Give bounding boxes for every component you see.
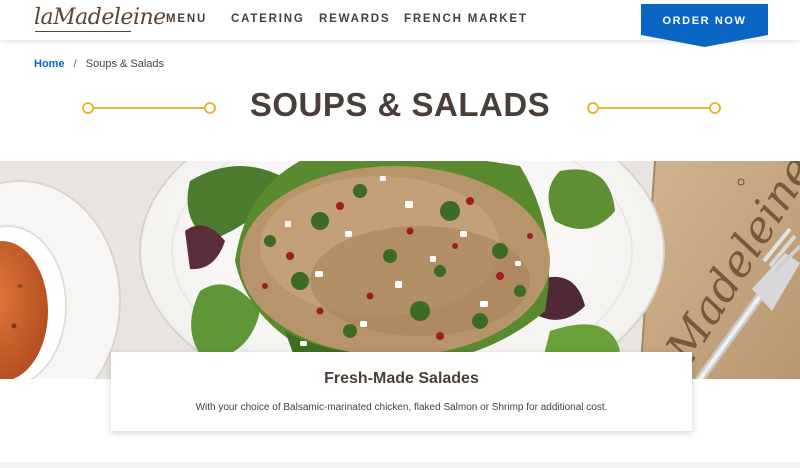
salad-illustration: Madeleine	[0, 161, 800, 379]
breadcrumb: Home / Soups & Salads	[34, 58, 164, 70]
logo-underline	[35, 31, 131, 32]
breadcrumb-separator: /	[73, 58, 77, 70]
order-now-label: ORDER NOW	[662, 15, 747, 27]
nav-rewards[interactable]: REWARDS	[319, 13, 390, 25]
breadcrumb-home-link[interactable]: Home	[34, 58, 65, 70]
hero-image: Madeleine	[0, 161, 800, 379]
order-now-button[interactable]: ORDER NOW	[641, 4, 768, 47]
nav-menu[interactable]: MENU	[166, 13, 207, 25]
category-card: Fresh-Made Salades With your choice of B…	[111, 352, 692, 431]
breadcrumb-current: Soups & Salads	[85, 58, 165, 70]
brand-logo[interactable]: laMadeleine	[34, 5, 166, 30]
nav-french-market[interactable]: FRENCH MARKET	[404, 13, 528, 25]
card-description: With your choice of Balsamic-marinated c…	[195, 402, 608, 413]
title-ornament-right	[587, 102, 721, 114]
nav-catering[interactable]: CATERING	[231, 13, 305, 25]
quinoa-mound	[240, 166, 550, 356]
next-section-edge	[0, 462, 800, 468]
card-title: Fresh-Made Salades	[324, 370, 479, 387]
